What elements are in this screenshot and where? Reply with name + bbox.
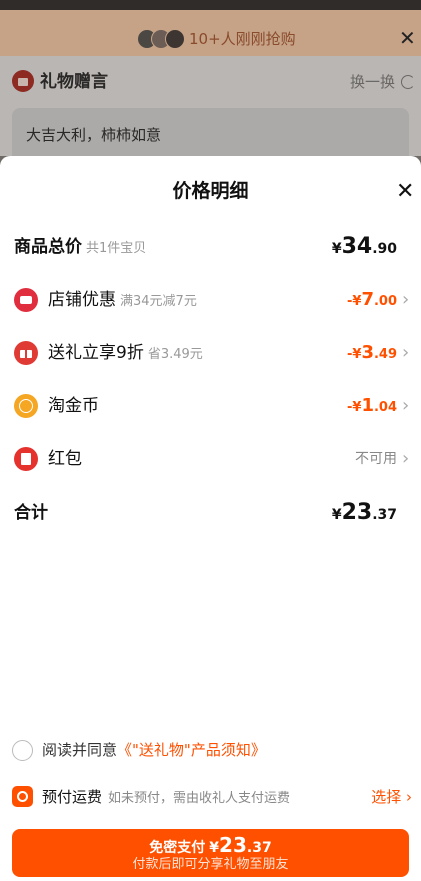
pay-button[interactable]: 免密支付 ¥23.37 付款后即可分享礼物至朋友	[12, 829, 409, 877]
total-label: 合计	[14, 503, 48, 523]
price-detail-sheet: 价格明细 ✕ 商品总价 共1件宝贝 ¥34.90 店铺优惠 满34元减7元 -¥7.…	[0, 156, 421, 881]
freight-select-button[interactable]: 选择 ›	[371, 787, 412, 808]
gift-icon	[14, 341, 38, 365]
agree-checkbox[interactable]	[12, 740, 33, 761]
close-icon[interactable]: ✕	[396, 179, 414, 205]
coin-icon	[14, 394, 38, 418]
close-icon[interactable]: ✕	[399, 26, 416, 50]
swap-button[interactable]: 换一换	[350, 72, 395, 92]
agreement-text: 阅读并同意《"送礼物"产品须知》	[42, 741, 266, 759]
total-amount: ¥23.37	[331, 500, 397, 525]
red-packet-icon	[14, 447, 38, 471]
shop-discount-label: 店铺优惠 满34元减7元	[48, 290, 197, 310]
chevron-right-icon: ›	[402, 289, 410, 310]
freight-desc: 如未预付，需由收礼人支付运费	[108, 791, 291, 806]
gift-discount-row[interactable]: 送礼立享9折 省3.49元 -¥3.49 ›	[0, 338, 421, 368]
chevron-right-icon: ›	[402, 395, 410, 416]
shop-icon	[14, 288, 38, 312]
gift-icon	[12, 70, 34, 92]
avatar	[165, 29, 185, 49]
freight-title: 预付运费 如未预付，需由收礼人支付运费	[42, 788, 291, 806]
sheet-title: 价格明细	[172, 180, 249, 202]
gift-section-title: 礼物赠言	[40, 72, 108, 92]
chevron-right-icon: ›	[402, 342, 410, 363]
coins-label: 淘金币	[48, 396, 99, 416]
coins-row[interactable]: 淘金币 -¥1.04 ›	[0, 391, 421, 421]
goods-total-amount: ¥34.90	[331, 234, 397, 259]
purchase-banner: 10+人刚刚抢购 ✕	[0, 10, 421, 56]
agreement-link[interactable]: 《"送礼物"产品须知》	[117, 741, 266, 759]
chevron-right-icon: ›	[402, 448, 410, 469]
shop-discount-amount: -¥7.00	[346, 289, 397, 310]
banner-text: 10+人刚刚抢购	[189, 30, 296, 48]
pay-button-subtitle: 付款后即可分享礼物至朋友	[132, 857, 289, 872]
gift-message-text: 大吉大利，柿柿如意	[26, 126, 162, 144]
goods-total-row: 商品总价 共1件宝贝 ¥34.90	[0, 232, 421, 262]
total-row: 合计 ¥23.37	[0, 498, 421, 528]
gift-discount-amount: -¥3.49	[346, 342, 397, 363]
gift-discount-sub: 省3.49元	[147, 347, 203, 362]
red-packet-row[interactable]: 红包 不可用 ›	[0, 444, 421, 474]
freight-icon	[12, 786, 33, 807]
status-bar	[0, 0, 421, 10]
shop-discount-sub: 满34元减7元	[120, 294, 197, 309]
red-packet-status: 不可用	[355, 451, 397, 467]
shop-discount-row[interactable]: 店铺优惠 满34元减7元 -¥7.00 ›	[0, 285, 421, 315]
gift-discount-label: 送礼立享9折 省3.49元	[48, 343, 203, 363]
goods-total-sub: 共1件宝贝	[86, 241, 147, 256]
goods-total-label: 商品总价 共1件宝贝	[14, 237, 147, 257]
buyer-avatars	[137, 29, 185, 49]
red-packet-label: 红包	[48, 449, 82, 469]
refresh-icon	[401, 75, 415, 89]
coins-amount: -¥1.04	[346, 395, 397, 416]
